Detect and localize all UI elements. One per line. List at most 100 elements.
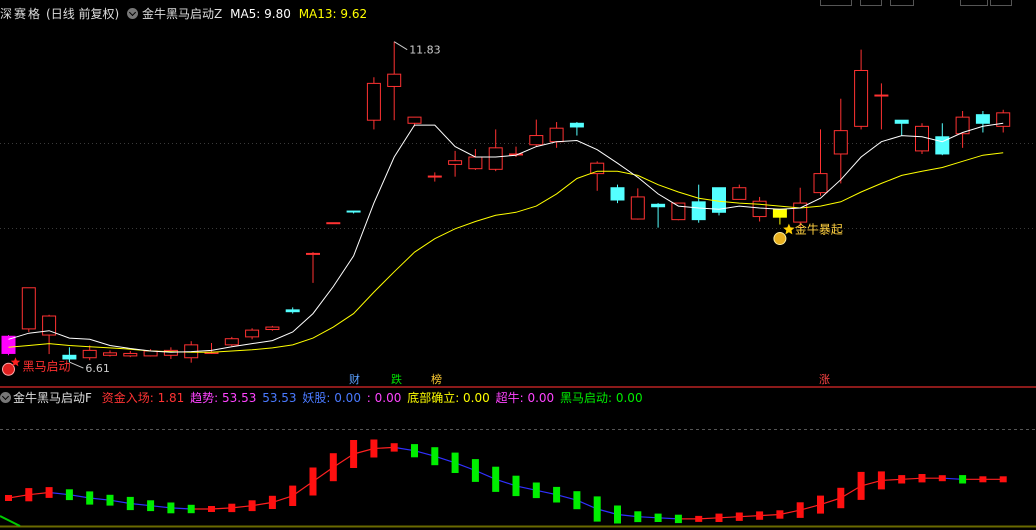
trend-bar [86, 491, 94, 505]
trend-bar [106, 494, 114, 506]
candle-body [894, 119, 909, 124]
trend-bar [918, 474, 926, 483]
trend-bar [370, 439, 378, 458]
money-bag-icon [773, 232, 787, 246]
event-tag-rise[interactable]: 涨 [817, 373, 832, 386]
trend-bar [593, 496, 601, 522]
trend-bar [451, 452, 459, 473]
trend-bar [289, 485, 297, 506]
candle-body [590, 162, 605, 175]
trend-bar [431, 447, 439, 466]
trend-bar [228, 503, 236, 513]
trend-bar [208, 506, 215, 512]
trend-bar [268, 495, 276, 509]
trend-bar [938, 475, 946, 482]
candle-body [549, 127, 564, 143]
trend-bar [634, 511, 642, 523]
trend-bar [350, 440, 358, 468]
candle-body [103, 352, 117, 356]
trend-bar [857, 471, 865, 500]
candle-body [346, 210, 361, 213]
trend-bar [126, 496, 134, 511]
candle-body [752, 200, 767, 218]
candle-body [407, 116, 422, 124]
candle-body [326, 222, 341, 225]
trend-bar [390, 443, 398, 452]
candle-body [21, 287, 36, 330]
ma13-line [8, 152, 1004, 353]
trend-bar [329, 453, 337, 482]
candle-body [468, 156, 483, 170]
candle-body [245, 329, 260, 338]
candle-body [488, 147, 503, 170]
signal-golden-bull-label: 金牛暴起 [795, 222, 843, 237]
event-tag-ranking[interactable]: 榜 [429, 373, 444, 386]
trend-bar [776, 510, 784, 519]
candle-body [366, 82, 381, 121]
trend-bar [877, 471, 885, 490]
trend-bar [309, 467, 317, 496]
low-marker-line [69, 361, 84, 369]
event-tag-drop[interactable]: 跌 [389, 373, 404, 386]
ma5-line [8, 122, 1004, 353]
candle-body [833, 130, 848, 155]
candle-body [610, 187, 625, 201]
trend-bar [756, 511, 764, 520]
candle-body [975, 114, 990, 124]
candle-body [265, 326, 280, 331]
trend-bar [898, 475, 906, 484]
indicator-chart[interactable] [0, 388, 1036, 530]
trend-bar [695, 515, 703, 522]
trend-bar [65, 489, 73, 501]
candle-body [691, 201, 706, 221]
dark-horse-line [0, 515, 21, 527]
event-tag-finance[interactable]: 财 [347, 373, 362, 386]
trend-bar [837, 487, 845, 509]
high-marker-line [393, 41, 408, 51]
trend-bar [715, 513, 723, 522]
trend-bar [817, 495, 824, 514]
trend-bar [573, 491, 581, 510]
trend-bar [614, 505, 621, 524]
candle-body [813, 173, 828, 194]
star-icon [783, 223, 795, 235]
trend-bar [411, 444, 418, 458]
trend-bar [553, 486, 561, 503]
low-price-label: 6.61 [85, 362, 110, 375]
candle-body [387, 73, 402, 87]
candle-body [529, 135, 544, 146]
candle-body [630, 196, 645, 220]
trend-bar [5, 495, 12, 501]
candle-body [854, 69, 869, 127]
trend-bar [187, 504, 195, 514]
candle-body [569, 122, 584, 128]
candle-body [874, 94, 889, 97]
trend-bar [735, 512, 743, 521]
trend-bar [167, 502, 175, 514]
trend-bar [796, 502, 804, 518]
trend-bar [674, 514, 682, 524]
trend-bar [532, 482, 540, 499]
candle-body [732, 187, 747, 200]
trend-bar [492, 466, 500, 492]
trend-bar [147, 500, 155, 512]
trend-bar [979, 476, 987, 483]
money-bag-icon [2, 362, 15, 376]
candle-body [915, 125, 929, 152]
candle-body [448, 160, 463, 165]
candle-body [82, 349, 97, 359]
trend-bar [45, 487, 53, 498]
trend-bar [512, 475, 520, 497]
trend-bar [25, 488, 33, 502]
candle-body [306, 252, 320, 255]
trend-bar [471, 459, 479, 482]
trend-bar [248, 500, 256, 512]
candle-body [224, 338, 239, 346]
candle-body [772, 208, 787, 218]
candle-body [123, 352, 138, 357]
candle-body [651, 203, 666, 208]
candle-body [285, 309, 300, 313]
candlestick-chart[interactable]: 11.83 6.61 黑马启动 金牛暴起 [0, 0, 1036, 388]
trend-bar [959, 475, 967, 484]
trend-bar [654, 513, 662, 522]
